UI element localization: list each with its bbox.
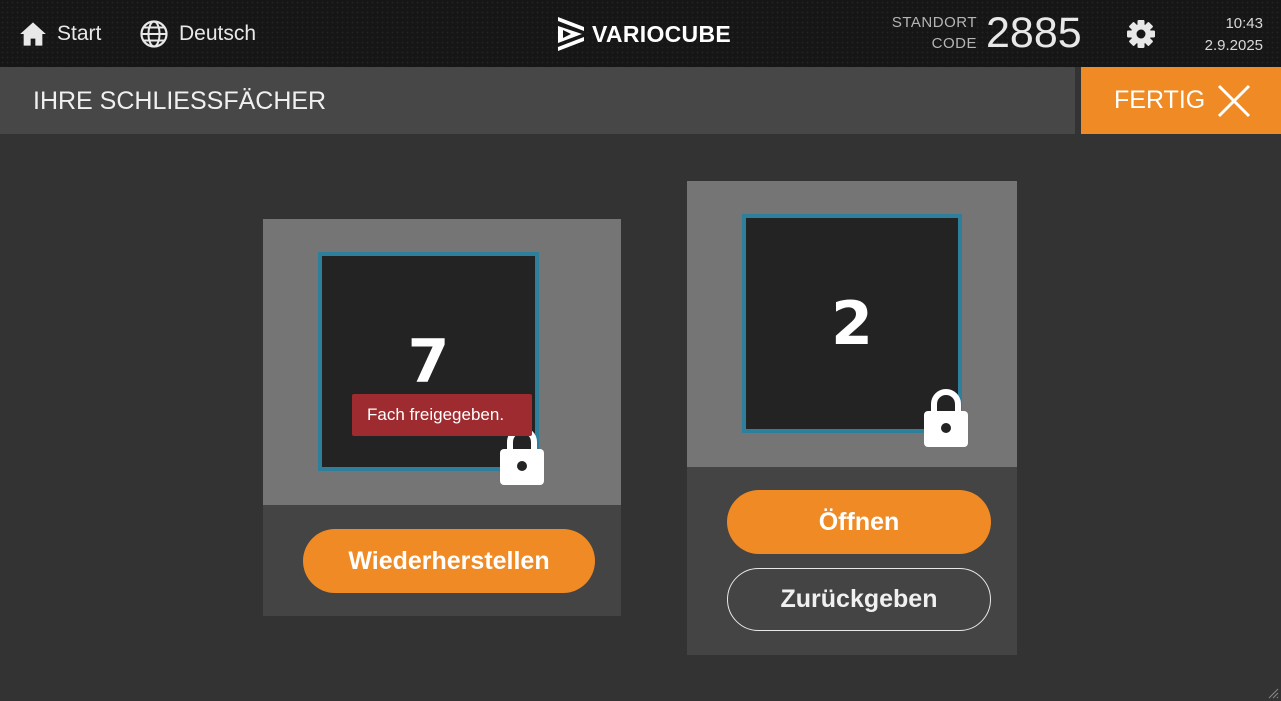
close-icon — [1218, 84, 1251, 117]
brand-name: VARIOCUBE — [592, 20, 732, 47]
standort-label: STANDORT — [891, 14, 977, 31]
clock: 10:43 2.9.2025 — [1205, 13, 1263, 57]
language-button[interactable]: Deutsch — [139, 0, 256, 67]
settings-gear-icon[interactable] — [1125, 18, 1157, 50]
home-button[interactable]: Start — [19, 0, 101, 67]
locker-card-7: 7 Fach freigegeben. Wiederherstellen — [263, 219, 621, 616]
lock-icon — [924, 389, 968, 447]
date: 2.9.2025 — [1204, 37, 1263, 54]
globe-icon — [140, 19, 168, 48]
home-label: Start — [57, 21, 102, 45]
locker-number: 7 — [407, 326, 450, 397]
locker-card-2: 2 Öffnen Zurückgeben — [687, 181, 1017, 655]
done-button[interactable]: FERTIG — [1081, 67, 1281, 134]
time: 10:43 — [1225, 15, 1263, 32]
brand-logo: VARIOCUBE — [556, 17, 731, 51]
open-button[interactable]: Öffnen — [727, 490, 991, 554]
resize-grip-icon[interactable] — [1267, 687, 1279, 699]
restore-button[interactable]: Wiederherstellen — [303, 529, 595, 593]
variocube-logo-icon — [558, 17, 584, 51]
location-code-label: STANDORT CODE — [892, 12, 977, 54]
title-bar: IHRE SCHLIESSFÄCHER — [0, 67, 1075, 134]
location-code: 2885 — [986, 9, 1082, 57]
code-label: CODE — [931, 35, 977, 52]
page-title: IHRE SCHLIESSFÄCHER — [33, 87, 327, 115]
language-label: Deutsch — [179, 21, 257, 45]
done-label: FERTIG — [1114, 86, 1206, 114]
locker-number: 2 — [831, 288, 873, 359]
status-message: Fach freigegeben. — [352, 394, 532, 436]
return-button[interactable]: Zurückgeben — [727, 568, 991, 631]
top-bar: Start Deutsch VARIOCUBE STANDORT CODE 28… — [0, 0, 1281, 67]
home-icon — [20, 21, 46, 46]
